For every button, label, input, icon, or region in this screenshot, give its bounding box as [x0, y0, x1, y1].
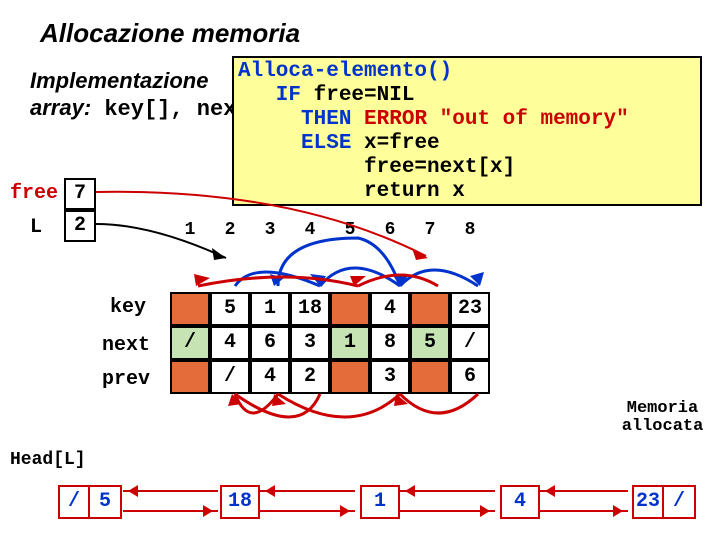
arrow-back-2-1: [123, 490, 218, 492]
arrow-fwd-1-2: [123, 510, 218, 512]
prev-pointer-arrows: [170, 392, 500, 452]
arrow-fwd-4-5: [540, 510, 628, 512]
memory-label: Memoriaallocata: [615, 400, 710, 436]
head-L-label: Head[L]: [10, 450, 86, 470]
subtitle-line2: array: key[], next: [30, 95, 250, 122]
free-label: free: [10, 182, 58, 205]
prev-row-label: prev: [102, 368, 150, 391]
list-node-1: / 5: [58, 485, 122, 519]
subtitle-line1: Implementazione: [30, 68, 208, 94]
arrow-back-5-4: [540, 490, 628, 492]
array-pointer-arrows: [170, 234, 500, 294]
list-node-4: 4: [500, 485, 540, 519]
next-array: / 4 6 3 1 8 5 /: [170, 326, 490, 360]
arrow-fwd-3-4: [400, 510, 495, 512]
index-row: 1 2 3 4 5 6 7 8: [170, 220, 490, 240]
list-node-5: 23 /: [632, 485, 696, 519]
free-value: 7: [64, 178, 96, 210]
key-row-label: key: [110, 296, 146, 319]
list-node-2: 18: [220, 485, 260, 519]
arrow-back-3-2: [260, 490, 355, 492]
next-row-label: next: [102, 334, 150, 357]
arrow-fwd-2-3: [260, 510, 355, 512]
L-value: 2: [64, 210, 96, 242]
arrow-back-4-3: [400, 490, 495, 492]
page-title: Allocazione memoria: [40, 18, 300, 49]
prev-array: / 4 2 3 6: [170, 360, 490, 394]
key-array: 5 1 18 4 23: [170, 292, 490, 326]
L-label: L: [30, 216, 42, 239]
pseudocode-box: Alloca-elemento() IF free=NIL THEN ERROR…: [232, 56, 702, 206]
list-node-3: 1: [360, 485, 400, 519]
